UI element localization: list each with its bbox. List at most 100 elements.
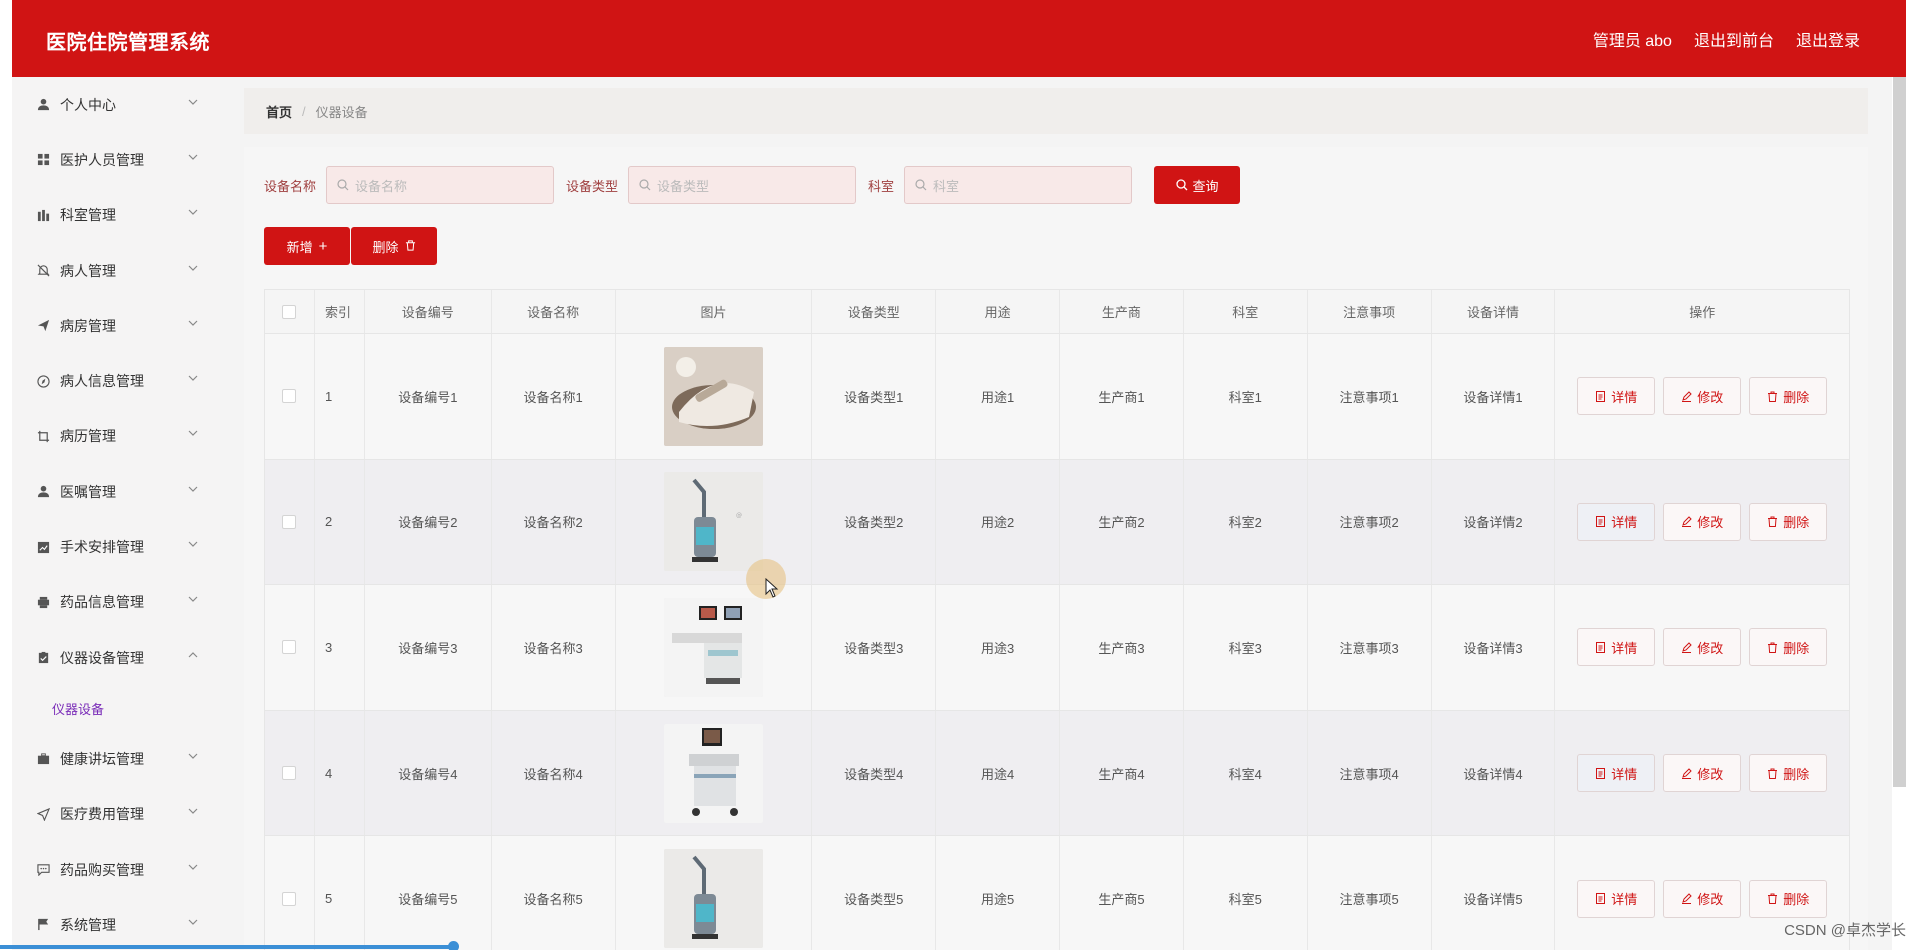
header-index: 索引 (315, 290, 365, 333)
trash-icon (405, 238, 416, 255)
crop-icon (36, 429, 50, 443)
sidebar-item-records[interactable]: 病历管理 (12, 409, 220, 464)
row-checkbox[interactable] (282, 640, 297, 655)
table-row: 3 设备编号3 设备名称3 设备类型3 用途3 生产商3 科室3 注意事项3 设… (265, 585, 1849, 711)
batch-delete-button[interactable]: 删除 (351, 227, 437, 265)
sidebar-item-orders[interactable]: 医嘱管理 (12, 464, 220, 519)
detail-button-label: 详情 (1611, 640, 1638, 656)
sidebar-item-dept[interactable]: 科室管理 (12, 188, 220, 243)
select-all-checkbox[interactable] (282, 304, 297, 319)
edit-button[interactable]: 修改 (1663, 502, 1742, 541)
header-details: 设备详情 (1432, 290, 1556, 333)
search-type-input[interactable]: 设备类型 (628, 166, 857, 204)
equipment-table: 索引 设备编号 设备名称 图片 设备类型 用途 生产商 科室 注意事项 设备详情… (264, 289, 1850, 950)
sidebar-subitem-equipment[interactable]: 仪器设备 (12, 685, 220, 731)
cell-no: 设备编号3 (365, 585, 492, 710)
sidebar-item-profile[interactable]: 个人中心 (12, 77, 220, 132)
sidebar-item-drug-purchase[interactable]: 药品购买管理 (12, 842, 220, 897)
row-checkbox[interactable] (282, 389, 297, 404)
sidebar-item-fees[interactable]: 医疗费用管理 (12, 787, 220, 842)
row-checkbox[interactable] (282, 514, 297, 529)
add-button[interactable]: 新增 + (264, 227, 350, 265)
search-name-input[interactable]: 设备名称 (326, 166, 555, 204)
briefcase-icon (36, 752, 50, 766)
logout-link[interactable]: 退出登录 (1796, 27, 1860, 51)
cell-image (616, 710, 813, 836)
sidebar-item-label: 医嘱管理 (60, 483, 116, 500)
search-dept-input[interactable]: 科室 (904, 166, 1133, 204)
chevron-down-icon (188, 594, 198, 604)
search-form: 设备名称 设备名称 设备类型 设备类型 科室 科室 查询 (264, 166, 1241, 204)
watermark: CSDN @卓杰学长 (1784, 922, 1906, 939)
sidebar-item-ward[interactable]: 病房管理 (12, 298, 220, 353)
sidebar-item-surgery[interactable]: 手术安排管理 (12, 519, 220, 574)
detail-button[interactable]: 详情 (1577, 502, 1656, 541)
detail-button[interactable]: 详情 (1577, 879, 1656, 918)
delete-button[interactable]: 删除 (1749, 628, 1828, 667)
header-use: 用途 (936, 290, 1061, 333)
navigate-icon (36, 807, 50, 821)
search-icon (915, 179, 927, 191)
sidebar-item-label: 病历管理 (60, 428, 116, 445)
compass-icon (36, 374, 50, 388)
mouse-pointer-icon (765, 578, 779, 598)
chevron-down-icon (188, 97, 198, 107)
send-icon (36, 319, 50, 333)
edit-button[interactable]: 修改 (1663, 628, 1742, 667)
cell-manufacturer: 生产商4 (1060, 710, 1184, 836)
detail-button-label: 详情 (1611, 515, 1638, 531)
edit-button[interactable]: 修改 (1663, 377, 1742, 416)
cell-dept: 科室1 (1184, 334, 1308, 459)
detail-button[interactable]: 详情 (1577, 377, 1656, 416)
sidebar-item-patient-info[interactable]: 病人信息管理 (12, 353, 220, 408)
clipboard-icon (36, 651, 50, 665)
cell-use: 用途2 (936, 459, 1061, 585)
edit-button-label: 修改 (1697, 640, 1724, 656)
sidebar-item-system[interactable]: 系统管理 (12, 897, 220, 950)
cell-actions: 详情 修改 删除 (1555, 711, 1849, 836)
delete-button[interactable]: 删除 (1749, 879, 1828, 918)
header-type: 设备类型 (812, 290, 937, 333)
edit-button-label: 修改 (1697, 515, 1724, 531)
sidebar-item-health-forum[interactable]: 健康讲坛管理 (12, 731, 220, 786)
search-icon (337, 179, 349, 191)
delete-button-label: 删除 (1783, 892, 1810, 908)
query-button[interactable]: 查询 (1154, 166, 1241, 204)
vertical-scrollbar[interactable] (1893, 77, 1906, 787)
table-row: 5 设备编号5 设备名称5 设备类型5 用途5 生产商5 科室5 注意事项5 设… (265, 836, 1849, 950)
sidebar-item-patient[interactable]: 病人管理 (12, 243, 220, 298)
cell-manufacturer: 生产商1 (1060, 334, 1184, 459)
delete-button[interactable]: 删除 (1749, 502, 1828, 541)
edit-button[interactable]: 修改 (1663, 754, 1742, 793)
to-front-link[interactable]: 退出到前台 (1694, 27, 1774, 51)
row-select-cell (265, 710, 315, 836)
sidebar-item-drug-info[interactable]: 药品信息管理 (12, 575, 220, 630)
breadcrumb-home[interactable]: 首页 (266, 102, 292, 121)
sidebar-item-label: 科室管理 (60, 207, 116, 224)
delete-button[interactable]: 删除 (1749, 754, 1828, 793)
row-checkbox[interactable] (282, 766, 297, 781)
edit-icon (1682, 642, 1692, 653)
cell-use: 用途3 (936, 585, 1061, 710)
horizontal-scrollbar[interactable] (0, 945, 453, 949)
edit-button-label: 修改 (1697, 766, 1724, 782)
row-select-cell (265, 585, 315, 710)
sidebar-item-label: 医护人员管理 (60, 151, 144, 168)
header-dept: 科室 (1184, 290, 1308, 333)
breadcrumb-separator: / (302, 103, 306, 119)
row-checkbox[interactable] (282, 891, 297, 906)
chart-icon (36, 540, 50, 554)
cell-use: 用途1 (936, 334, 1061, 459)
equipment-image: @ (663, 472, 763, 572)
edit-button[interactable]: 修改 (1663, 879, 1742, 918)
sidebar-item-equipment[interactable]: 仪器设备管理 (12, 630, 220, 685)
sidebar-item-staff[interactable]: 医护人员管理 (12, 132, 220, 187)
add-button-label: 新增 (286, 239, 313, 255)
app-title: 医院住院管理系统 (46, 32, 210, 54)
detail-button[interactable]: 详情 (1577, 628, 1656, 667)
delete-button[interactable]: 删除 (1749, 377, 1828, 416)
top-header: 医院住院管理系统 管理员 abo 退出到前台 退出登录 (12, 0, 1906, 77)
query-button-label: 查询 (1192, 178, 1219, 194)
scroll-knob[interactable] (448, 941, 459, 950)
detail-button[interactable]: 详情 (1577, 754, 1656, 793)
